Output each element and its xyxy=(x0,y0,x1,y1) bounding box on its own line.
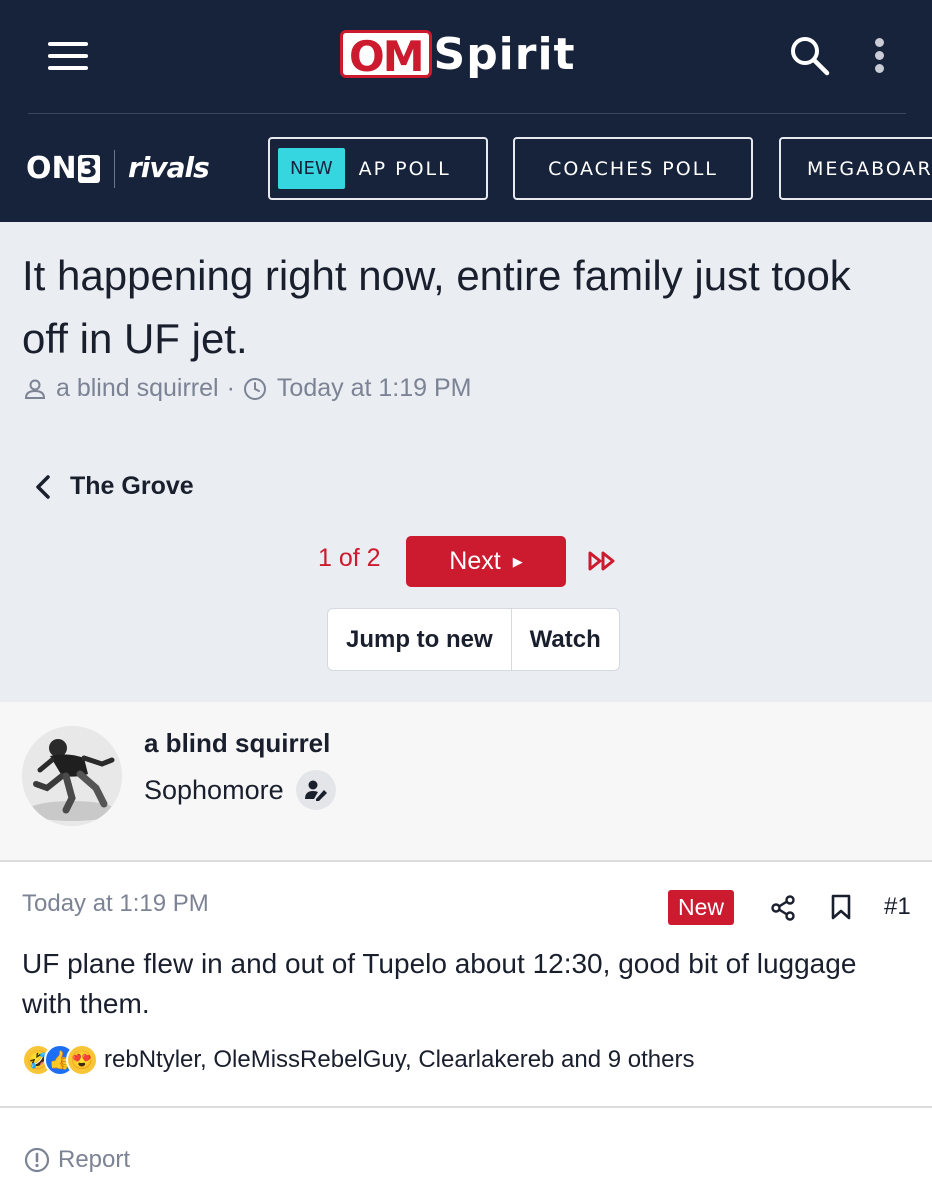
thread-time[interactable]: Today at 1:19 PM xyxy=(277,374,472,403)
jump-to-new-button[interactable]: Jump to new xyxy=(328,609,511,670)
post-number[interactable]: #1 xyxy=(884,893,911,921)
nav-coaches-poll-label: COACHES POLL xyxy=(548,157,718,180)
heart-eyes-icon: 😍 xyxy=(66,1044,98,1076)
meta-separator: · xyxy=(226,374,235,402)
breadcrumb-back[interactable]: The Grove xyxy=(34,472,194,501)
bookmark-icon[interactable] xyxy=(830,894,852,920)
on3-logo[interactable]: ON 3 xyxy=(26,151,100,186)
thread-meta: a blind squirrel · Today at 1:19 PM xyxy=(24,374,471,403)
search-icon[interactable] xyxy=(788,34,830,76)
kebab-icon[interactable] xyxy=(872,38,886,76)
nav-coaches-poll[interactable]: COACHES POLL xyxy=(513,137,753,200)
hamburger-icon[interactable] xyxy=(48,42,88,70)
report-link[interactable]: Report xyxy=(24,1146,130,1174)
rivals-logo[interactable]: rivals xyxy=(128,151,210,184)
share-icon[interactable] xyxy=(770,895,796,921)
thread-title: It happening right now, entire family ju… xyxy=(22,252,851,362)
last-page-icon[interactable] xyxy=(588,551,618,571)
watch-button[interactable]: Watch xyxy=(512,609,619,670)
alert-circle-icon xyxy=(24,1147,50,1173)
nav-megaboard-label: MEGABOARD xyxy=(807,157,932,180)
post-divider xyxy=(0,1106,932,1108)
report-label: Report xyxy=(58,1146,131,1173)
user-edit-icon xyxy=(295,770,336,810)
post-time[interactable]: Today at 1:19 PM xyxy=(22,890,209,918)
post-author-name[interactable]: a blind squirrel xyxy=(144,728,330,759)
nav-megaboard[interactable]: MEGABOARD xyxy=(779,137,932,200)
forum-name: The Grove xyxy=(70,472,194,500)
next-label: Next xyxy=(449,547,501,575)
clock-icon xyxy=(243,377,266,400)
thread-author[interactable]: a blind squirrel xyxy=(56,374,219,403)
caret-right-icon: ▶ xyxy=(512,553,523,569)
top-header: OM Spirit xyxy=(0,0,932,114)
thread-actions: Jump to new Watch xyxy=(327,608,620,671)
nav-ap-poll-label: AP POLL xyxy=(358,157,451,180)
new-badge: NEW xyxy=(278,148,345,189)
user-icon xyxy=(24,379,46,399)
brand-separator xyxy=(114,150,115,188)
logo-om: OM xyxy=(340,30,432,81)
on3-three: 3 xyxy=(77,153,100,184)
post-author-block: a blind squirrel Sophomore xyxy=(0,702,932,862)
avatar-image xyxy=(22,726,122,826)
brand-nav-bar: ON 3 rivals NEW AP POLL COACHES POLL MEGA… xyxy=(0,114,932,222)
site-logo[interactable]: OM Spirit xyxy=(340,28,576,81)
on3-text: ON xyxy=(26,151,77,186)
thread-header: It happening right now, entire family ju… xyxy=(0,222,932,702)
nav-ap-poll[interactable]: NEW AP POLL xyxy=(268,137,488,200)
reaction-users: rebNtyler, OleMissRebelGuy, Clearlakereb… xyxy=(104,1046,695,1073)
post-body: UF plane flew in and out of Tupelo about… xyxy=(22,948,857,1019)
reaction-summary[interactable]: 🤣 👍 😍 rebNtyler, OleMissRebelGuy, Clearl… xyxy=(22,1044,694,1076)
page-indicator[interactable]: 1 of 2 xyxy=(318,544,381,573)
logo-spirit: Spirit xyxy=(433,28,576,80)
rank-label: Sophomore xyxy=(144,774,284,805)
next-page-button[interactable]: Next ▶ xyxy=(406,536,566,587)
avatar[interactable] xyxy=(22,726,122,826)
author-rank: Sophomore xyxy=(144,770,336,810)
chevron-left-icon xyxy=(36,474,50,499)
new-tag: New xyxy=(668,890,735,925)
